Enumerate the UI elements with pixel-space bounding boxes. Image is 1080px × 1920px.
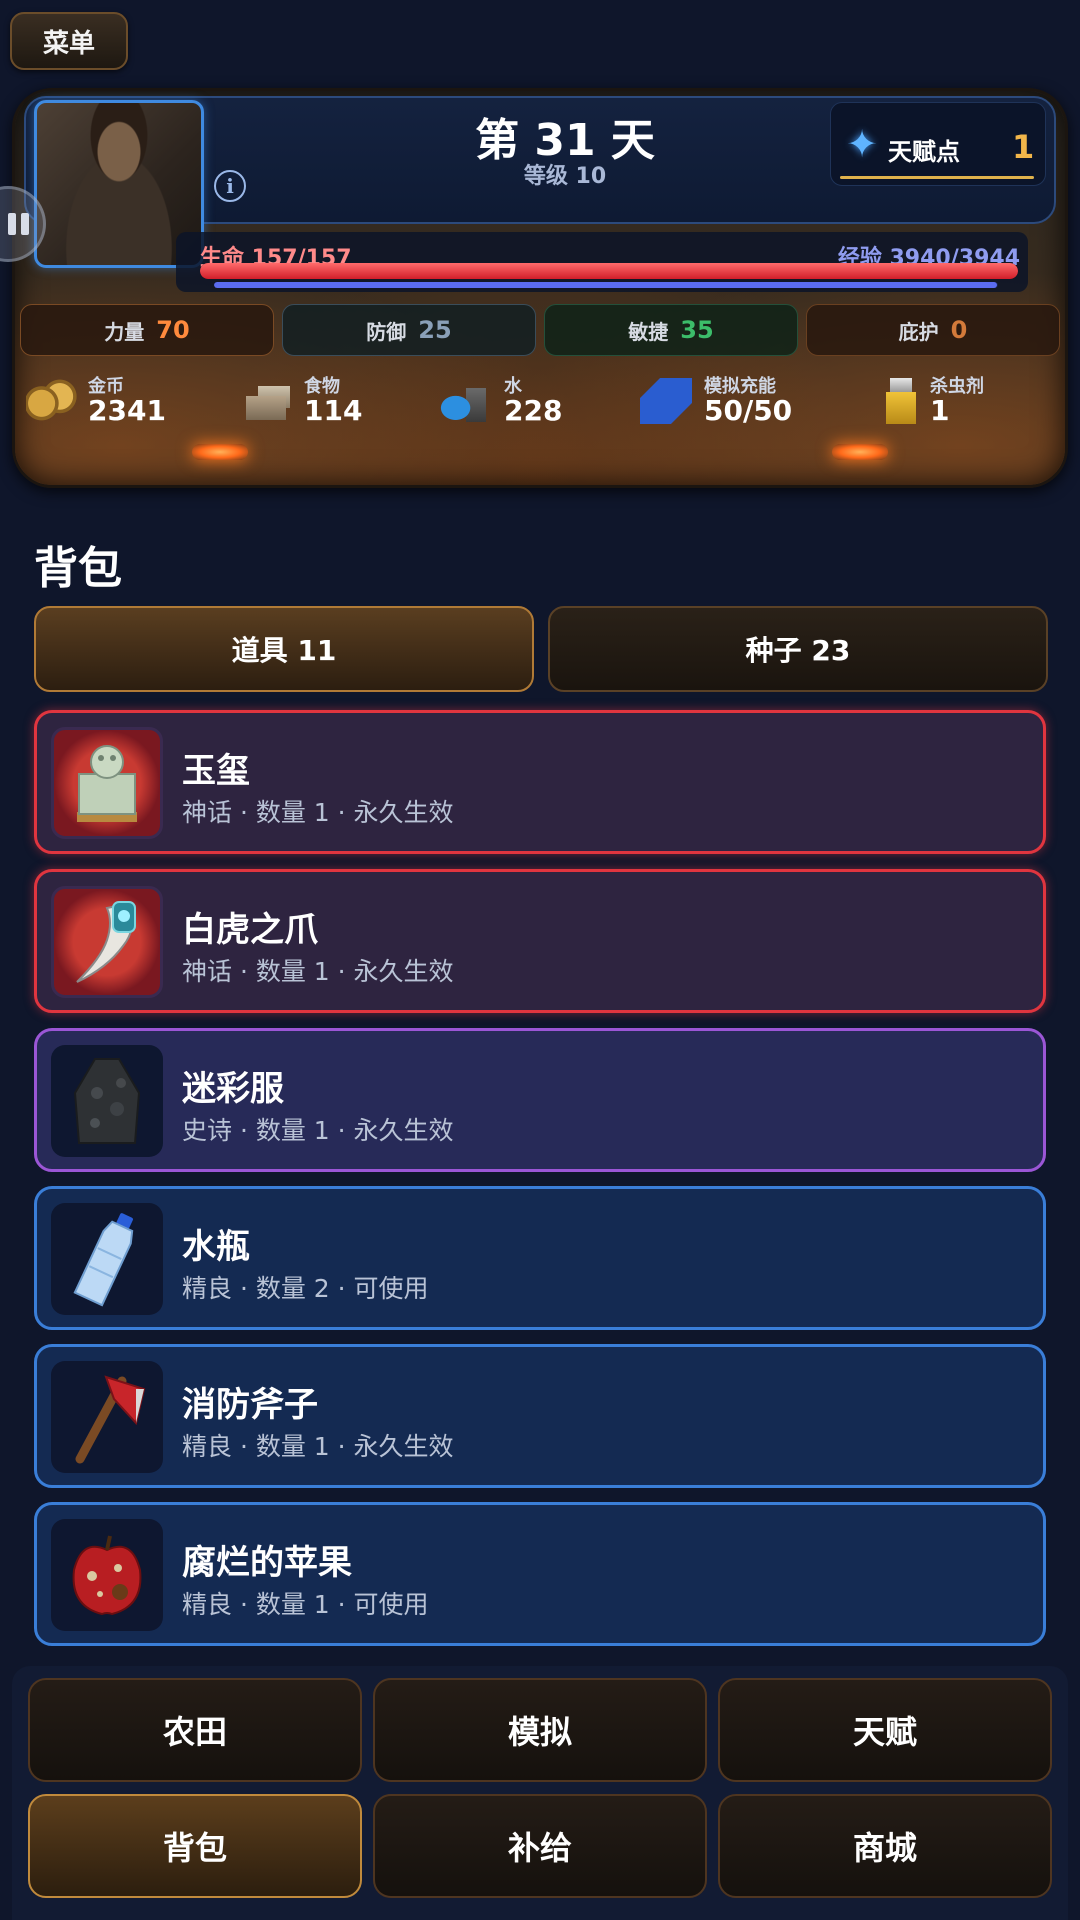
camo-cloak-icon <box>73 1058 141 1144</box>
item-card[interactable]: 消防斧子 精良 · 数量 1 · 永久生效 <box>34 1344 1046 1488</box>
backpack-title: 背包 <box>34 543 122 594</box>
item-card[interactable]: 迷彩服 史诗 · 数量 1 · 永久生效 <box>34 1028 1046 1172</box>
resource-value: 114 <box>304 394 363 427</box>
resource-value: 50/50 <box>704 394 793 427</box>
item-card[interactable]: 腐烂的苹果 精良 · 数量 1 · 可使用 <box>34 1502 1046 1646</box>
tiger-claw-icon <box>76 901 136 983</box>
stat-agility: 敏捷 35 <box>544 304 798 356</box>
stat-shelter: 庇护 0 <box>806 304 1060 356</box>
stat-defense: 防御 25 <box>282 304 536 356</box>
item-name: 玉玺 <box>182 751 250 791</box>
item-name: 腐烂的苹果 <box>182 1543 352 1583</box>
item-details: 史诗 · 数量 1 · 永久生效 <box>182 1116 454 1145</box>
talent-points-value: 1 <box>1012 128 1035 166</box>
xp-bar <box>214 282 998 288</box>
stat-value: 0 <box>950 316 968 344</box>
resource-gold: 金币 2341 <box>26 370 196 430</box>
hp-bar <box>200 263 1018 279</box>
tab-items[interactable]: 道具 11 <box>34 606 534 692</box>
talent-underline <box>840 176 1034 179</box>
pause-icon-bar <box>21 213 29 235</box>
item-details: 精良 · 数量 1 · 永久生效 <box>182 1432 454 1461</box>
rotten-apple-icon <box>72 1535 142 1616</box>
item-thumbnail <box>51 1361 163 1473</box>
resource-value: 1 <box>930 394 950 427</box>
menu-button[interactable]: 菜单 <box>10 12 128 70</box>
item-details: 神话 · 数量 1 · 永久生效 <box>182 957 454 986</box>
stat-value: 70 <box>156 316 190 344</box>
item-details: 精良 · 数量 2 · 可使用 <box>182 1274 429 1303</box>
info-icon[interactable]: i <box>214 170 246 202</box>
resource-sim-charge: 模拟充能 50/50 <box>640 370 840 430</box>
item-thumbnail <box>51 727 163 839</box>
stat-label: 防御 <box>366 319 407 344</box>
xp-bar-fill <box>214 282 998 288</box>
item-card[interactable]: 玉玺 神话 · 数量 1 · 永久生效 <box>34 710 1046 854</box>
resource-water: 水 228 <box>440 370 590 430</box>
stat-label: 敏捷 <box>628 319 669 344</box>
item-name: 消防斧子 <box>182 1385 318 1425</box>
item-thumbnail <box>51 1045 163 1157</box>
nav-supply-button[interactable]: 补给 <box>373 1794 707 1898</box>
nav-shop-button[interactable]: 商城 <box>718 1794 1052 1898</box>
talent-points-label: 天赋点 <box>888 138 960 166</box>
food-crate-icon <box>242 378 294 424</box>
frame-lamp <box>192 444 248 460</box>
frame-lamp <box>832 444 888 460</box>
stat-value: 35 <box>680 316 714 344</box>
resource-value: 2341 <box>88 394 166 427</box>
jade-seal-icon <box>77 745 137 822</box>
nav-simulate-button[interactable]: 模拟 <box>373 1678 707 1782</box>
coins-icon <box>26 378 78 424</box>
item-thumbnail <box>51 1203 163 1315</box>
battery-icon <box>640 378 692 424</box>
item-name: 白虎之爪 <box>182 910 318 950</box>
tab-seeds[interactable]: 种子 23 <box>548 606 1048 692</box>
item-name: 迷彩服 <box>182 1069 284 1109</box>
fire-axe-icon <box>75 1375 146 1464</box>
water-drop-icon <box>440 378 492 424</box>
stat-strength: 力量 70 <box>20 304 274 356</box>
stat-label: 庇护 <box>898 319 939 344</box>
item-thumbnail <box>51 1519 163 1631</box>
nav-backpack-button[interactable]: 背包 <box>28 1794 362 1898</box>
spray-bottle-icon <box>876 378 924 424</box>
item-details: 神话 · 数量 1 · 永久生效 <box>182 798 454 827</box>
hp-bar-fill <box>200 263 1018 279</box>
stat-value: 25 <box>418 316 452 344</box>
item-name: 水瓶 <box>182 1227 250 1267</box>
item-details: 精良 · 数量 1 · 可使用 <box>182 1590 429 1619</box>
item-card[interactable]: 水瓶 精良 · 数量 2 · 可使用 <box>34 1186 1046 1330</box>
level-text: 等级 10 <box>523 164 607 189</box>
resource-value: 228 <box>504 394 563 427</box>
water-bottle-icon <box>73 1213 134 1307</box>
pause-icon <box>8 213 16 235</box>
crystal-star-icon: ✦ <box>846 122 878 166</box>
stat-label: 力量 <box>104 319 145 344</box>
resource-pesticide: 杀虫剂 1 <box>876 370 1026 430</box>
nav-talent-button[interactable]: 天赋 <box>718 1678 1052 1782</box>
resource-food: 食物 114 <box>242 370 412 430</box>
item-thumbnail <box>51 886 163 998</box>
nav-farm-button[interactable]: 农田 <box>28 1678 362 1782</box>
item-card[interactable]: 白虎之爪 神话 · 数量 1 · 永久生效 <box>34 869 1046 1013</box>
